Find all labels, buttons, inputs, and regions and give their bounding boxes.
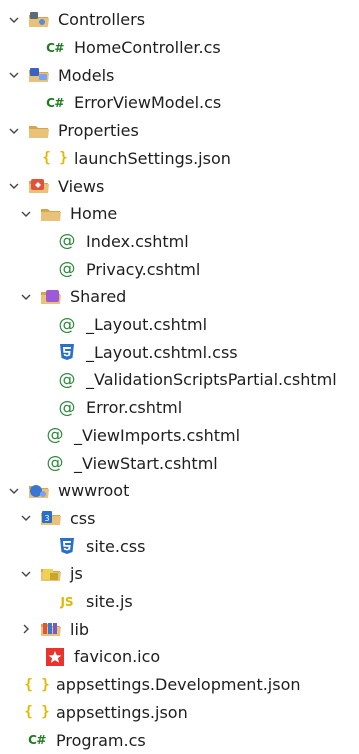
tree-item-label: ErrorViewModel.cs [74,93,222,113]
controllers-folder-icon [28,10,50,30]
lib-folder-icon [40,619,62,639]
tree-folder[interactable]: wwwroot [0,477,359,505]
tree-item-label: _Layout.cshtml [86,315,208,335]
js-folder-icon [40,564,62,584]
chevron-down-icon[interactable] [6,173,22,200]
json-file-icon: { } [24,704,50,721]
razor-file-icon: @ [58,231,76,252]
tree-item-label: Program.cs [56,730,146,750]
tree-file[interactable]: @ _ViewImports.cshtml [0,422,359,450]
tree-item-label: site.js [86,592,133,612]
tree-item-label: Models [58,65,115,85]
views-folder-icon [28,176,50,196]
folder-icon [40,204,62,224]
razor-file-icon: @ [58,397,76,418]
tree-file[interactable]: JS site.js [0,588,359,616]
tree-item-label: favicon.ico [74,647,161,667]
razor-file-icon: @ [58,259,76,280]
css-file-icon [56,342,78,362]
chevron-down-icon[interactable] [6,117,22,144]
tree-item-label: Error.cshtml [86,398,183,418]
tree-item-label: css [70,508,96,528]
tree-item-label: appsettings.Development.json [56,675,301,695]
csharp-file-icon: C# [46,40,64,55]
tree-item-label: Index.cshtml [86,231,189,251]
favicon-file-icon [44,647,66,667]
svg-text:3: 3 [44,514,49,523]
razor-file-icon: @ [58,369,76,390]
tree-item-label: _ValidationScriptsPartial.cshtml [86,370,337,390]
chevron-down-icon[interactable] [18,200,34,227]
tree-file[interactable]: _Layout.cshtml.css [0,338,359,366]
tree-item-label: _Layout.cshtml.css [86,342,238,362]
chevron-down-icon[interactable] [6,477,22,504]
tree-item-label: Properties [58,121,139,141]
tree-file[interactable]: C# Program.cs [0,726,359,754]
tree-file[interactable]: { } launchSettings.json [0,145,359,173]
chevron-down-icon[interactable] [6,62,22,89]
js-file-icon: JS [60,594,74,609]
razor-file-icon: @ [58,314,76,335]
tree-item-label: Controllers [58,10,146,30]
shared-folder-icon [40,287,62,307]
tree-item-label: appsettings.json [56,702,188,722]
tree-item-label: Privacy.cshtml [86,259,201,279]
chevron-down-icon[interactable] [18,505,34,532]
tree-folder[interactable]: Properties [0,117,359,145]
tree-file[interactable]: @ _ValidationScriptsPartial.cshtml [0,366,359,394]
tree-item-label: HomeController.cs [74,38,221,58]
chevron-down-icon[interactable] [6,6,22,33]
chevron-down-icon[interactable] [18,283,34,310]
css-file-icon [56,536,78,556]
models-folder-icon [28,65,50,85]
tree-file[interactable]: site.css [0,532,359,560]
json-file-icon: { } [42,150,68,167]
tree-item-label: Shared [70,287,127,307]
tree-folder[interactable]: 3 css [0,505,359,533]
tree-file[interactable]: C# ErrorViewModel.cs [0,89,359,117]
tree-item-label: _ViewStart.cshtml [74,453,218,473]
tree-file[interactable]: @ Privacy.cshtml [0,255,359,283]
tree-folder[interactable]: Controllers [0,6,359,34]
tree-file[interactable]: C# HomeController.cs [0,34,359,62]
tree-file[interactable]: favicon.ico [0,643,359,671]
wwwroot-folder-icon [28,481,50,501]
tree-file[interactable]: @ Index.cshtml [0,228,359,256]
tree-item-label: site.css [86,536,146,556]
tree-file[interactable]: { } appsettings.Development.json [0,671,359,699]
tree-file[interactable]: @ Error.cshtml [0,394,359,422]
tree-folder[interactable]: js [0,560,359,588]
razor-file-icon: @ [46,425,64,446]
chevron-right-icon[interactable] [18,616,34,643]
tree-item-label: wwwroot [58,481,130,501]
tree-item-label: _ViewImports.cshtml [74,425,241,445]
tree-folder[interactable]: Views [0,172,359,200]
tree-file[interactable]: @ _ViewStart.cshtml [0,449,359,477]
tree-item-label: lib [70,619,90,639]
chevron-down-icon[interactable] [18,560,34,587]
css-folder-icon: 3 [40,508,62,528]
tree-folder[interactable]: Models [0,61,359,89]
tree-item-label: Home [70,204,118,224]
properties-folder-icon [28,121,50,141]
razor-file-icon: @ [46,453,64,474]
tree-item-label: js [70,564,83,584]
tree-item-label: Views [58,176,105,196]
tree-folder[interactable]: lib [0,615,359,643]
csharp-file-icon: C# [28,733,46,748]
tree-item-label: launchSettings.json [74,148,231,168]
tree-file[interactable]: { } appsettings.json [0,699,359,727]
solution-explorer-tree: Controllers C# HomeController.cs Models C# Er… [0,0,359,750]
tree-file[interactable]: @ _Layout.cshtml [0,311,359,339]
csharp-file-icon: C# [46,95,64,110]
tree-folder[interactable]: Shared [0,283,359,311]
tree-folder[interactable]: Home [0,200,359,228]
json-file-icon: { } [24,676,50,693]
